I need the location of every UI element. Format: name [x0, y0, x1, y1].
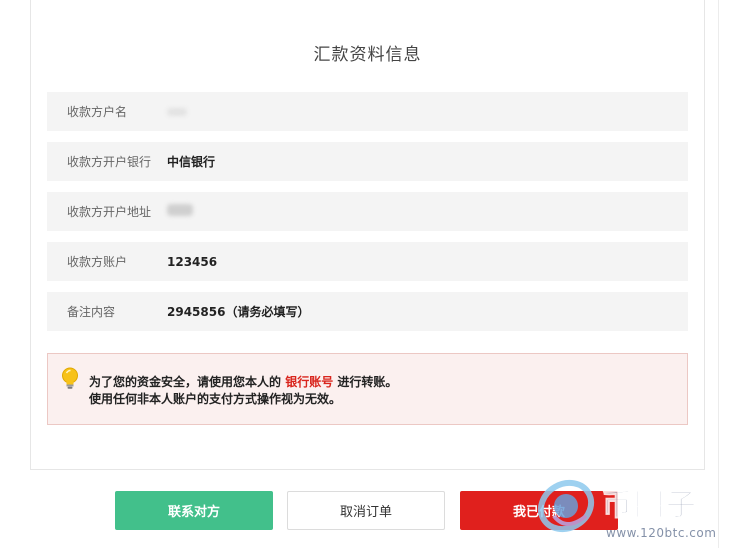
redacted-blur	[167, 107, 187, 116]
field-value: 2945856（请务必填写）	[167, 305, 310, 319]
lightbulb-icon	[62, 367, 78, 389]
field-label: 收款方开户地址	[67, 205, 152, 219]
field-value-redacted	[167, 204, 193, 219]
right-divider	[718, 0, 719, 548]
notice-line-2: 使用任何非本人账户的支付方式操作视为无效。	[89, 392, 342, 406]
field-label: 收款方开户银行	[67, 155, 152, 169]
notice-text: 为了您的资金安全，请使用您本人的	[89, 375, 282, 389]
security-notice: 为了您的资金安全，请使用您本人的 银行账号 进行转账。 使用任何非本人账户的支付…	[47, 353, 688, 425]
section-title: 汇款资料信息	[313, 45, 422, 65]
field-row-account: 收款方账户 123456	[47, 242, 688, 281]
field-row-bank-address: 收款方开户地址	[47, 192, 688, 231]
field-row-payee-name: 收款方户名	[47, 92, 688, 131]
field-label: 备注内容	[67, 305, 116, 319]
contact-counterparty-button[interactable]: 联系对方	[115, 491, 273, 530]
field-row-remark: 备注内容 2945856（请务必填写）	[47, 292, 688, 331]
field-value: 123456	[167, 254, 218, 269]
field-value-redacted	[167, 105, 187, 119]
notice-line-1: 为了您的资金安全，请使用您本人的 银行账号 进行转账。	[89, 373, 397, 390]
field-value: 中信银行	[167, 155, 216, 169]
remittance-info-panel: 汇款资料信息 收款方户名 收款方开户银行 中信银行 收款方开户地址 收款方账户 …	[30, 0, 705, 470]
redacted-blur	[167, 204, 193, 216]
watermark-url: www.120btc.com	[606, 526, 717, 540]
field-row-payee-bank: 收款方开户银行 中信银行	[47, 142, 688, 181]
notice-text: 进行转账。	[337, 375, 398, 389]
cancel-order-button[interactable]: 取消订单	[287, 491, 445, 530]
confirm-paid-button[interactable]: 我已付款	[460, 491, 618, 530]
notice-highlight: 银行账号	[285, 375, 334, 389]
field-label: 收款方户名	[67, 105, 128, 119]
field-label: 收款方账户	[67, 255, 128, 269]
